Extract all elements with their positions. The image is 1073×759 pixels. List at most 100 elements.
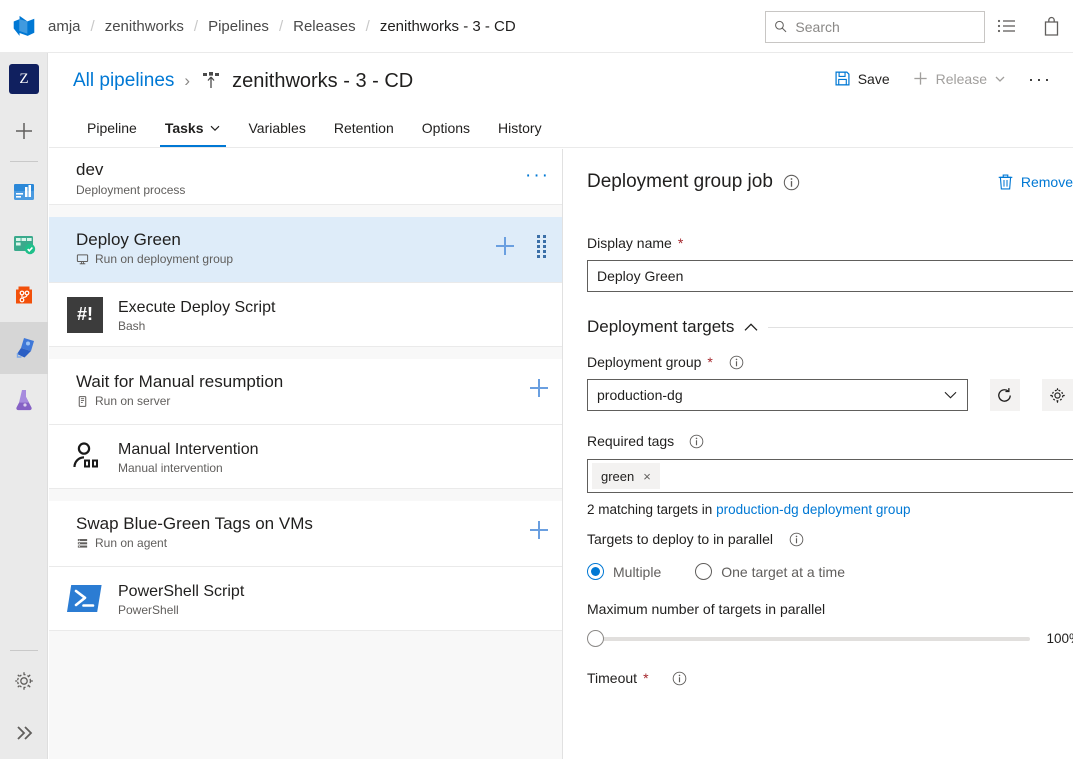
max-parallel-value: 100% (1046, 631, 1073, 646)
tab-label: Variables (248, 119, 306, 136)
release-label: Release (935, 70, 988, 87)
pipelines-icon (16, 337, 34, 358)
parallel-radio-group: Multiple One target at a time (587, 563, 1073, 580)
info-icon[interactable] (689, 434, 704, 449)
deployment-process-header[interactable]: dev Deployment process ··· (49, 149, 562, 205)
agent-icon (77, 538, 88, 548)
release-button[interactable]: Release (903, 64, 1015, 93)
task-text: Execute Deploy Script Bash (118, 297, 275, 333)
tab-retention[interactable]: Retention (320, 108, 408, 147)
collapse-chevron-up-icon[interactable] (743, 321, 759, 334)
breadcrumb-item-project[interactable]: zenithworks (105, 18, 184, 35)
radio-one-target-at-a-time[interactable]: One target at a time (695, 563, 845, 580)
tab-label: Tasks (164, 119, 204, 136)
deployment-targets-section-header[interactable]: Deployment targets (587, 317, 1073, 337)
task-row-manual-intervention[interactable]: Manual Intervention Manual intervention (49, 425, 562, 489)
create-new-icon[interactable] (0, 105, 48, 157)
job-row-deploy-green[interactable]: Deploy Green Run on deployment group (49, 217, 562, 283)
add-task-button[interactable] (494, 235, 516, 260)
all-pipelines-link[interactable]: All pipelines (73, 70, 174, 92)
task-row-execute-deploy-script[interactable]: #! Execute Deploy Script Bash (49, 283, 562, 347)
chevron-down-icon (944, 391, 957, 399)
refresh-icon (998, 387, 1012, 402)
search-input[interactable] (795, 18, 976, 35)
required-tags-input[interactable]: green × (587, 459, 1073, 493)
section-title: Deployment targets (587, 317, 735, 336)
task-list-pane: dev Deployment process ··· Deploy Green … (49, 149, 563, 759)
page-command-bar: Save Release ··· (825, 64, 1061, 93)
job-row-wait-for-manual-resumption[interactable]: Wait for Manual resumption Run on server (49, 359, 562, 425)
label-text: Targets to deploy to in parallel (587, 531, 773, 547)
parallel-targets-field-group: Targets to deploy to in parallel Multipl… (587, 531, 1073, 580)
sidebar-item-boards[interactable] (0, 218, 48, 270)
search-box[interactable] (765, 10, 985, 43)
azure-devops-logo-icon[interactable] (0, 0, 48, 53)
tag-chip-green[interactable]: green × (592, 463, 660, 489)
deployment-group-icon (76, 253, 89, 264)
rail-bottom-actions (0, 646, 48, 759)
detail-title: Deployment group job (587, 171, 773, 192)
sidebar-item-test-plans[interactable] (0, 374, 48, 426)
left-navigation-rail: Z (0, 53, 48, 759)
sidebar-item-pipelines[interactable] (0, 322, 48, 374)
tab-tasks[interactable]: Tasks (151, 108, 235, 147)
drag-handle-icon[interactable] (536, 234, 548, 263)
page-header: All pipelines › zenithworks - 3 - CD Sav… (49, 54, 1073, 148)
label-text: Timeout (587, 670, 638, 686)
info-icon[interactable] (783, 174, 800, 191)
manual-intervention-icon (67, 439, 103, 475)
tab-history[interactable]: History (484, 108, 556, 147)
powershell-icon (67, 581, 103, 617)
required-asterisk: * (707, 354, 713, 370)
deployment-group-dropdown[interactable]: production-dg (587, 379, 968, 411)
parallel-targets-label: Targets to deploy to in parallel (587, 531, 1073, 547)
sidebar-item-overview[interactable] (0, 166, 48, 218)
manage-deployment-group-button[interactable] (1042, 379, 1073, 411)
add-task-button[interactable] (528, 519, 550, 544)
refresh-button[interactable] (989, 379, 1021, 411)
display-name-input[interactable]: Deploy Green (587, 260, 1073, 292)
breadcrumb-item-org[interactable]: amja (48, 18, 81, 35)
info-icon[interactable] (672, 671, 687, 686)
tab-options[interactable]: Options (408, 108, 484, 147)
required-tags-label: Required tags (587, 433, 1073, 449)
breadcrumb-item-current[interactable]: zenithworks - 3 - CD (380, 18, 516, 35)
save-button[interactable]: Save (825, 64, 899, 93)
settings-gear-icon[interactable] (0, 655, 48, 707)
group-spacer (49, 205, 562, 217)
max-parallel-slider[interactable] (587, 629, 1030, 647)
task-row-powershell-script[interactable]: PowerShell Script PowerShell (49, 567, 562, 631)
job-subtitle-row: Run on agent (76, 536, 548, 550)
job-subtitle-row: Run on deployment group (76, 252, 548, 266)
tab-label: Options (421, 119, 471, 136)
breadcrumb-item-pipelines[interactable]: Pipelines (208, 18, 269, 35)
slider-thumb[interactable] (587, 629, 604, 647)
process-more-actions-icon[interactable]: ··· (525, 165, 550, 187)
expand-chevrons-icon[interactable] (0, 707, 48, 759)
info-icon[interactable] (789, 532, 804, 547)
org-avatar[interactable]: Z (0, 53, 48, 105)
info-icon[interactable] (729, 355, 744, 370)
breadcrumb-separator: / (90, 17, 95, 35)
deployment-group-link[interactable]: production-dg deployment group (716, 502, 910, 517)
marketplace-bag-icon[interactable] (1029, 0, 1073, 53)
deployment-group-field-group: Deployment group * production-dg (587, 354, 1073, 411)
tab-variables[interactable]: Variables (235, 108, 320, 147)
timeout-field-group: Timeout * (587, 670, 1073, 686)
breadcrumb-item-releases[interactable]: Releases (293, 18, 356, 35)
max-parallel-label: Maximum number of targets in parallel (587, 601, 1073, 617)
breadcrumb-separator: / (278, 17, 284, 35)
server-icon (78, 395, 87, 407)
tab-pipeline[interactable]: Pipeline (73, 108, 151, 147)
max-parallel-field-group: Maximum number of targets in parallel 10… (587, 601, 1073, 647)
backlog-list-icon[interactable] (985, 0, 1029, 53)
job-row-swap-blue-green-tags[interactable]: Swap Blue-Green Tags on VMs Run on agent (49, 501, 562, 567)
radio-multiple[interactable]: Multiple (587, 563, 661, 580)
add-task-button[interactable] (528, 377, 550, 402)
max-parallel-slider-row: 100% (587, 629, 1073, 647)
remove-button[interactable]: Remove (997, 173, 1073, 191)
task-subtitle: Bash (118, 318, 146, 333)
more-actions-button[interactable]: ··· (1019, 66, 1061, 92)
sidebar-item-repos[interactable] (0, 270, 48, 322)
tag-remove-icon[interactable]: × (643, 469, 651, 484)
